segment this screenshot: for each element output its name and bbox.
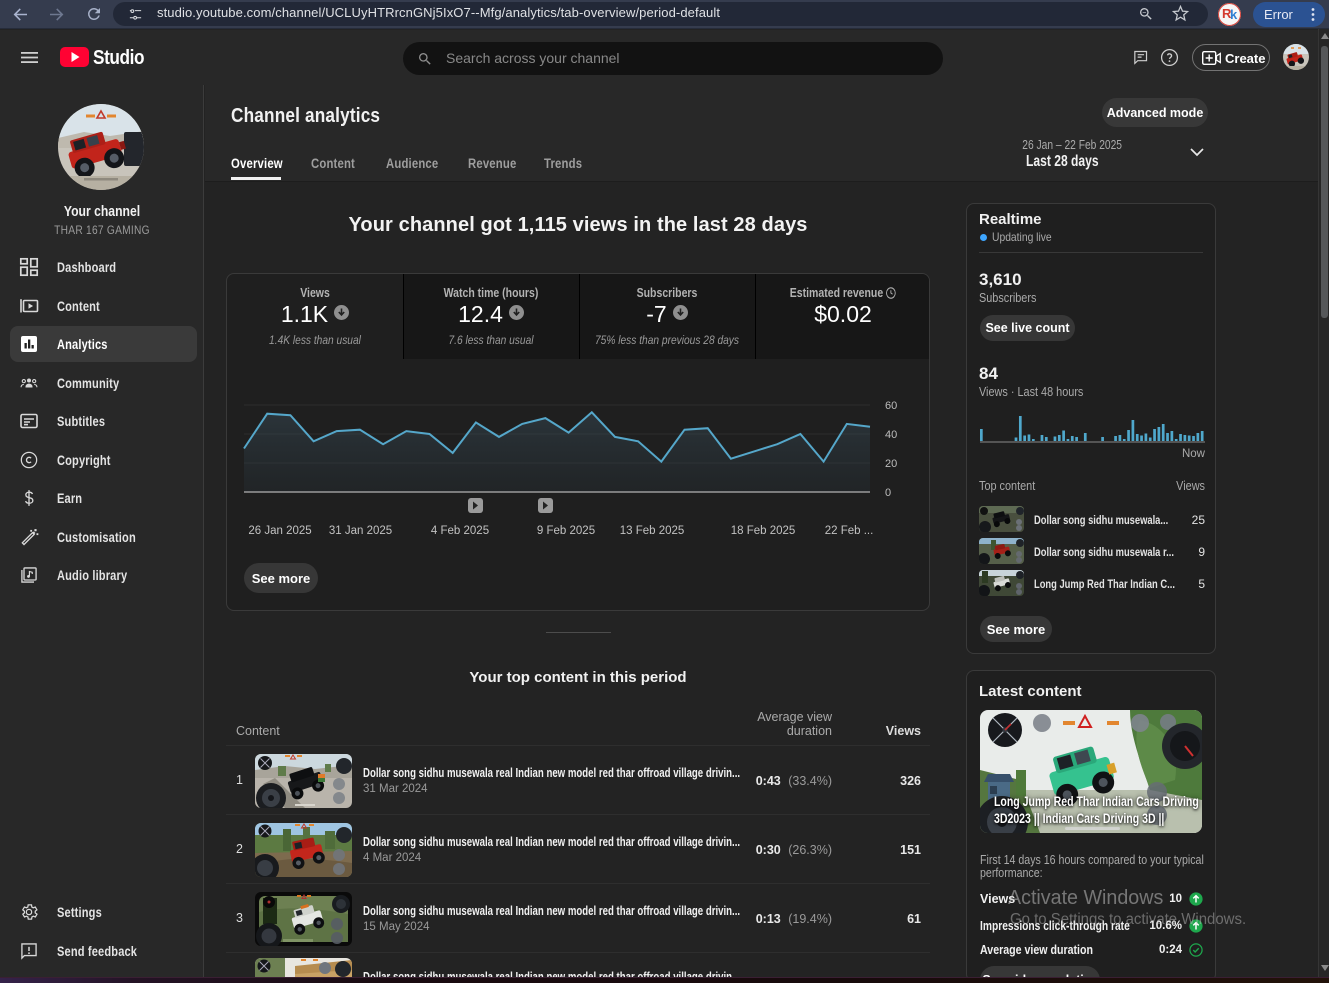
svg-text:31 Jan 2025: 31 Jan 2025: [329, 525, 392, 537]
svg-text:26 Jan 2025: 26 Jan 2025: [248, 525, 311, 537]
svg-text:18 Feb 2025: 18 Feb 2025: [731, 525, 796, 537]
svg-text:40: 40: [885, 429, 897, 441]
svg-text:0: 0: [885, 487, 891, 499]
svg-text:13 Feb 2025: 13 Feb 2025: [620, 525, 685, 537]
svg-text:20: 20: [885, 458, 897, 470]
svg-text:4 Feb 2025: 4 Feb 2025: [431, 525, 489, 537]
svg-text:9 Feb 2025: 9 Feb 2025: [537, 525, 595, 537]
svg-text:60: 60: [885, 400, 897, 412]
svg-text:22 Feb ...: 22 Feb ...: [825, 525, 874, 537]
